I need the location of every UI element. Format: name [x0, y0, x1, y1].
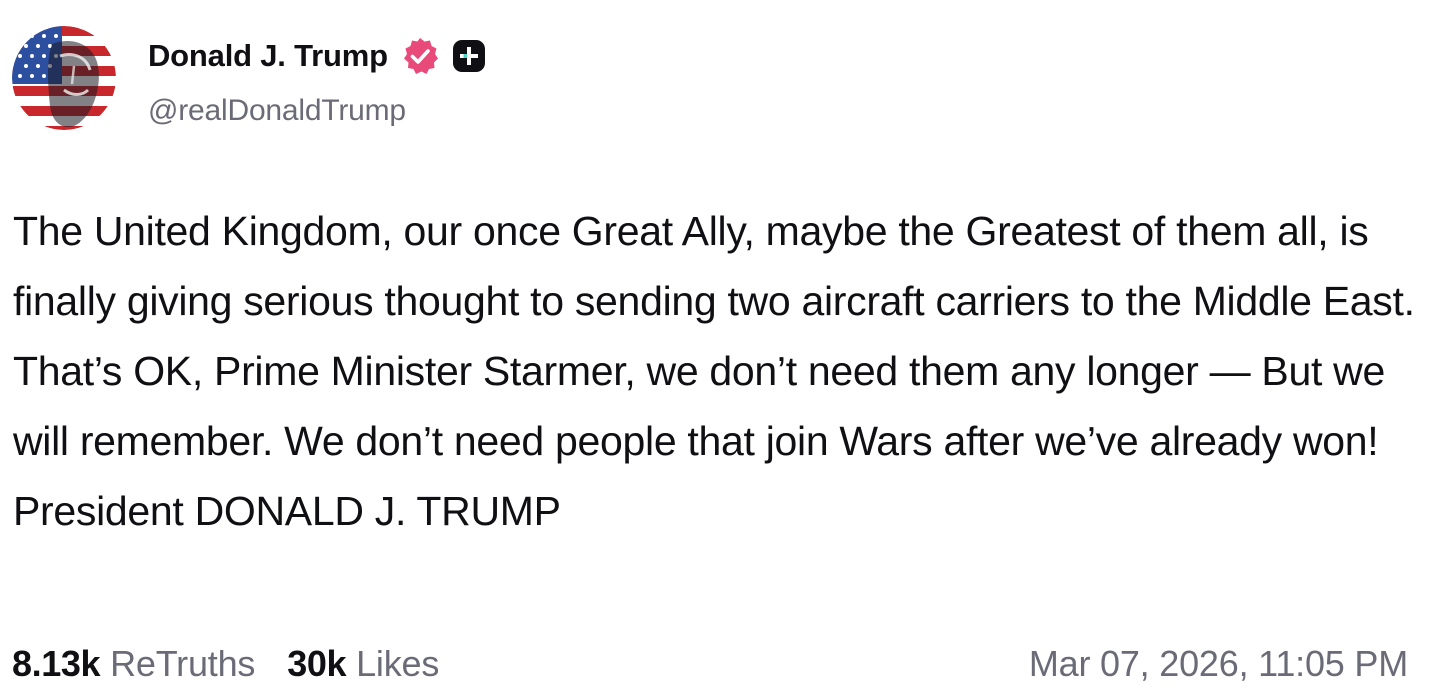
post-text: The United Kingdom, our once Great Ally,…	[13, 208, 1415, 534]
retruths-label: ReTruths	[110, 643, 256, 684]
author-display-name[interactable]: Donald J. Trump	[148, 38, 388, 74]
retruths-count: 8.13k	[12, 643, 101, 684]
author-handle[interactable]: @realDonaldTrump	[148, 94, 486, 128]
likes-stat[interactable]: 30k Likes	[287, 643, 439, 685]
post-timestamp[interactable]: Mar 07, 2026, 11:05 PM	[1029, 643, 1408, 685]
retruths-stat[interactable]: 8.13k ReTruths	[12, 643, 255, 685]
plus-badge-icon	[452, 39, 486, 73]
avatar[interactable]	[12, 26, 116, 130]
likes-label: Likes	[356, 643, 440, 684]
post-header: Donald J. Trump @realDonaldTrump	[12, 26, 486, 130]
author-name-row: Donald J. Trump	[148, 38, 486, 74]
verified-badge-icon	[400, 36, 440, 76]
post-card: Donald J. Trump @realDonaldTrump The Uni…	[0, 0, 1440, 700]
post-footer: 8.13k ReTruths 30k Likes Mar 07, 2026, 1…	[12, 636, 1408, 692]
flag-portrait-avatar-icon	[12, 26, 116, 130]
likes-count: 30k	[287, 643, 347, 684]
author-names: Donald J. Trump @realDonaldTrump	[148, 38, 486, 128]
